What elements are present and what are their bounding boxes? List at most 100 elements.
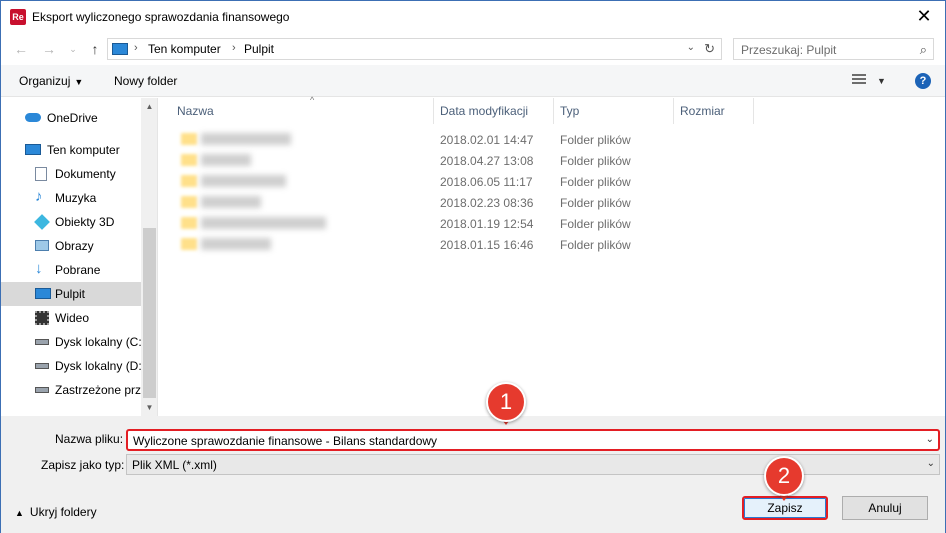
column-header-label: Rozmiar [680, 104, 725, 118]
table-row[interactable]: 2018.06.05 11:17 Folder plików [159, 171, 945, 192]
view-options-icon[interactable] [852, 74, 866, 86]
hide-folders-toggle[interactable]: ▲ Ukryj foldery [15, 505, 97, 519]
scroll-up-icon[interactable]: ▲ [141, 98, 157, 115]
filetype-value: Plik XML (*.xml) [132, 458, 217, 472]
table-row[interactable]: 2018.04.27 13:08 Folder plików [159, 150, 945, 171]
sort-ascending-icon: ^ [310, 95, 315, 105]
table-row[interactable]: 2018.01.15 16:46 Folder plików [159, 234, 945, 255]
nav-item-3d-objects[interactable]: Obiekty 3D [1, 210, 141, 234]
nav-item-onedrive[interactable]: OneDrive [1, 106, 141, 130]
search-placeholder: Przeszukaj: Pulpit [741, 43, 837, 57]
drive-icon [35, 387, 49, 393]
forward-arrow-icon[interactable]: → [41, 41, 57, 57]
table-row[interactable]: 2018.01.19 12:54 Folder plików [159, 213, 945, 234]
column-header-label: Typ [560, 104, 580, 118]
column-header-label: Data modyfikacji [440, 104, 529, 118]
column-header-size[interactable]: Rozmiar [674, 98, 754, 124]
nav-label: Obrazy [55, 239, 94, 253]
help-icon[interactable]: ? [915, 73, 931, 89]
close-button[interactable]: ✕ [913, 5, 935, 27]
nav-label: Dysk lokalny (D:) [55, 359, 146, 373]
filetype-label: Zapisz jako typ: [41, 458, 125, 472]
nav-label: Pulpit [55, 287, 86, 301]
nav-item-this-pc[interactable]: Ten komputer [1, 138, 141, 162]
music-icon: ♪ [35, 188, 43, 205]
filename-input[interactable]: Wyliczone sprawozdanie finansowe - Bilan… [126, 429, 940, 451]
nav-item-music[interactable]: ♪ Muzyka [1, 186, 141, 210]
nav-item-drive-d[interactable]: Dysk lokalny (D:) [1, 354, 146, 378]
nav-item-videos[interactable]: Wideo [1, 306, 141, 330]
nav-label: Obiekty 3D [55, 215, 115, 229]
up-arrow-icon[interactable]: ↑ [87, 41, 103, 57]
caret-down-icon: ▼ [74, 77, 84, 87]
refresh-icon[interactable]: ↻ [704, 41, 715, 57]
file-date: 2018.02.01 14:47 [440, 133, 534, 147]
videos-icon [35, 311, 49, 325]
nav-item-documents[interactable]: Dokumenty [1, 162, 141, 186]
nav-item-pictures[interactable]: Obrazy [1, 234, 141, 258]
nav-item-drive-c[interactable]: Dysk lokalny (C:) [1, 330, 146, 354]
recent-locations-chevron-icon[interactable]: ⌄ [65, 41, 81, 57]
filename-value: Wyliczone sprawozdanie finansowe - Bilan… [133, 434, 438, 448]
filename-label: Nazwa pliku: [55, 432, 124, 446]
blurred-file-name [201, 154, 251, 166]
desktop-icon [35, 288, 51, 299]
file-date: 2018.04.27 13:08 [440, 154, 534, 168]
save-dialog: Re Eksport wyliczonego sprawozdania fina… [0, 0, 946, 533]
nav-label: Pobrane [55, 263, 101, 277]
navigation-pane: OneDrive Ten komputer Dokumenty ♪ Muzyka… [1, 98, 158, 416]
blurred-file-name [201, 217, 326, 229]
pictures-icon [35, 240, 49, 251]
scroll-thumb[interactable] [143, 228, 156, 398]
nav-item-downloads[interactable]: ↓ Pobrane [1, 258, 141, 282]
nav-label: Dokumenty [55, 167, 116, 181]
scroll-down-icon[interactable]: ▼ [141, 399, 157, 416]
nav-label: Dysk lokalny (C:) [55, 335, 146, 349]
folder-icon [181, 175, 197, 187]
column-header-type[interactable]: Typ [554, 98, 674, 124]
column-header-date[interactable]: Data modyfikacji [434, 98, 554, 124]
file-date: 2018.01.19 12:54 [440, 217, 534, 231]
breadcrumb-desktop[interactable]: Pulpit [244, 42, 274, 56]
file-type: Folder plików [560, 133, 631, 147]
file-type: Folder plików [560, 217, 631, 231]
drive-icon [35, 339, 49, 345]
nav-item-reserved-drive[interactable]: Zastrzeżone prze [1, 378, 148, 402]
drive-icon [35, 363, 49, 369]
breadcrumb-computer[interactable]: Ten komputer [148, 42, 221, 56]
folder-icon [181, 196, 197, 208]
file-date: 2018.01.15 16:46 [440, 238, 534, 252]
search-input[interactable]: Przeszukaj: Pulpit ⌕ [733, 38, 934, 60]
table-row[interactable]: 2018.02.23 08:36 Folder plików [159, 192, 945, 213]
computer-icon [25, 144, 41, 155]
folder-icon [181, 133, 197, 145]
blurred-file-name [201, 133, 291, 145]
folder-icon [181, 154, 197, 166]
chevron-down-icon[interactable]: ⌄ [926, 434, 934, 445]
file-date: 2018.06.05 11:17 [440, 175, 533, 189]
nav-scrollbar[interactable]: ▲ ▼ [141, 98, 157, 416]
organize-menu[interactable]: Organizuj ▼ [19, 74, 83, 88]
table-row[interactable]: 2018.02.01 14:47 Folder plików [159, 129, 945, 150]
column-header-label: Nazwa [177, 104, 214, 118]
organize-label: Organizuj [19, 74, 71, 88]
nav-label: Ten komputer [47, 143, 120, 157]
column-header-name[interactable]: Nazwa ^ [171, 95, 434, 124]
3d-objects-icon [34, 214, 50, 230]
nav-label: Wideo [55, 311, 90, 325]
caret-down-icon[interactable]: ▼ [877, 76, 886, 86]
blurred-file-name [201, 175, 286, 187]
breadcrumb-separator-icon: › [134, 42, 138, 54]
new-folder-button[interactable]: Nowy folder [114, 74, 177, 88]
address-row: ← → ⌄ ↑ › Ten komputer › Pulpit ⌄ ↻ Prze… [1, 33, 945, 65]
file-type: Folder plików [560, 238, 631, 252]
cancel-button[interactable]: Anuluj [842, 496, 928, 520]
back-arrow-icon[interactable]: ← [13, 41, 29, 57]
address-bar[interactable]: › Ten komputer › Pulpit ⌄ ↻ [107, 38, 722, 60]
chevron-down-icon[interactable]: ⌄ [927, 458, 935, 469]
nav-item-desktop[interactable]: Pulpit [1, 282, 141, 306]
filetype-select[interactable]: Plik XML (*.xml) ⌄ [126, 454, 940, 475]
callout-badge-1: 1 [486, 382, 526, 422]
search-icon[interactable]: ⌕ [920, 42, 927, 58]
chevron-down-icon[interactable]: ⌄ [687, 42, 695, 53]
